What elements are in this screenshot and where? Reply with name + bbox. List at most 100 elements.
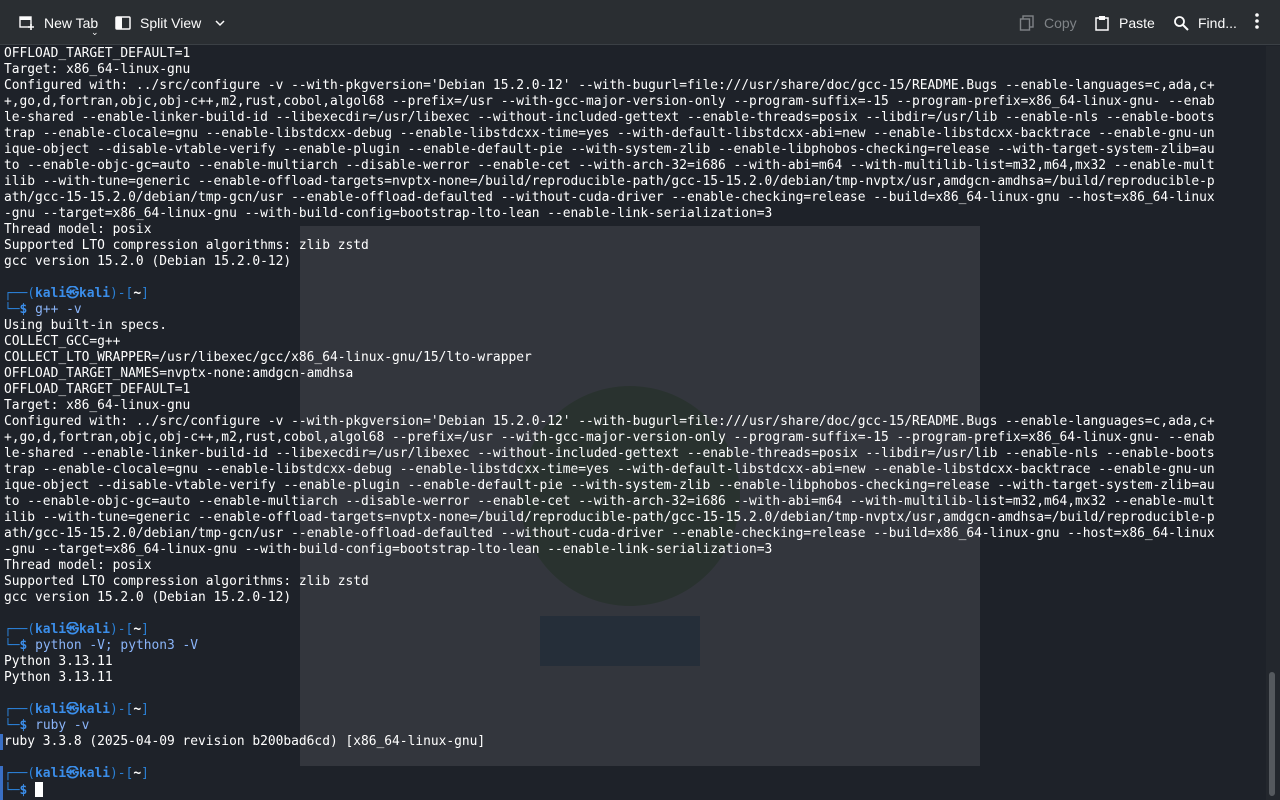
output-line: trap --enable-clocale=gnu --enable-libst… (4, 462, 1215, 477)
output-line: Python 3.13.11 (4, 654, 113, 669)
prompt-frame: └─ (4, 718, 20, 733)
output-line: OFFLOAD_TARGET_NAMES=nvptx-none:amdgcn-a… (4, 366, 354, 381)
prompt-dir: ~ (133, 766, 142, 781)
new-tab-button[interactable]: New Tab ⌄ (18, 0, 99, 45)
split-view-icon (114, 14, 132, 32)
output-line: Thread model: posix (4, 222, 152, 237)
find-label: Find... (1198, 14, 1237, 31)
prompt-dir: ~ (133, 286, 142, 301)
output-line: +,go,d,fortran,objc,obj-c++,m2,rust,cobo… (4, 94, 1215, 109)
prompt-user: kali (35, 702, 67, 717)
output-line: ique-object --disable-vtable-verify --en… (4, 142, 1215, 157)
chevron-down-icon[interactable]: ⌄ (91, 27, 99, 38)
output-line: +,go,d,fortran,objc,obj-c++,m2,rust,cobo… (4, 430, 1215, 445)
prompt-frame: )-[ (110, 766, 134, 781)
text-cursor (35, 782, 44, 797)
paste-label: Paste (1119, 14, 1155, 31)
command-line: └─$ ruby -v (4, 718, 1262, 734)
output-line: Thread model: posix (4, 558, 152, 573)
output-line: COLLECT_GCC=g++ (4, 334, 121, 349)
output-line: -gnu --target=x86_64-linux-gnu --with-bu… (4, 206, 773, 221)
prompt-user: kali (35, 622, 67, 637)
command-text: python -V; python3 -V (35, 638, 199, 653)
output-line: ath/gcc-15-15.2.0/debian/tmp-gcn/usr --e… (4, 526, 1215, 541)
prompt-separator: ㉿ (66, 702, 79, 717)
prompt-frame: )-[ (110, 622, 134, 637)
copy-button[interactable]: Copy (1018, 0, 1077, 45)
terminal-lines: OFFLOAD_TARGET_DEFAULT=1 Target: x86_64-l… (4, 46, 1262, 798)
prompt-frame: ┌──( (4, 622, 36, 637)
search-icon (1172, 14, 1190, 32)
prompt-line: ┌──(kali㉿kali)-[~] (4, 766, 1262, 782)
prompt-line: ┌──(kali㉿kali)-[~] (4, 286, 1262, 302)
paste-button[interactable]: Paste (1093, 0, 1155, 45)
output-line: Supported LTO compression algorithms: zl… (4, 574, 369, 589)
output-line: ique-object --disable-vtable-verify --en… (4, 478, 1215, 493)
command-text: g++ -v (35, 302, 82, 317)
scrollbar-thumb[interactable] (1269, 672, 1275, 796)
menu-button[interactable] (1248, 0, 1266, 45)
output-line: ilib --with-tune=generic --enable-offloa… (4, 510, 1215, 525)
prompt-frame: ┌──( (4, 286, 36, 301)
command-marker (0, 766, 3, 800)
terminal-scrollbar[interactable] (1266, 46, 1280, 800)
split-view-button[interactable]: Split View (114, 0, 227, 45)
paste-icon (1093, 14, 1111, 32)
prompt-frame: )-[ (110, 702, 134, 717)
prompt-line: ┌──(kali㉿kali)-[~] (4, 622, 1262, 638)
kebab-menu-icon (1254, 12, 1260, 33)
output-line: gcc version 15.2.0 (Debian 15.2.0-12) (4, 254, 292, 269)
output-line: ruby 3.3.8 (2025-04-09 revision b200bad6… (4, 734, 486, 749)
prompt-dollar: $ (19, 302, 36, 317)
prompt-frame: ] (141, 766, 149, 781)
prompt-user: kali (35, 766, 67, 781)
output-line: le-shared --enable-linker-build-id --lib… (4, 110, 1215, 125)
prompt-host: kali (78, 286, 111, 301)
output-line: Using built-in specs. (4, 318, 167, 333)
output-line: OFFLOAD_TARGET_DEFAULT=1 (4, 382, 191, 397)
prompt-frame: └─ (4, 302, 20, 317)
prompt-frame: )-[ (110, 286, 134, 301)
terminal-output[interactable]: OFFLOAD_TARGET_DEFAULT=1 Target: x86_64-l… (0, 46, 1266, 800)
output-line: Target: x86_64-linux-gnu (4, 398, 191, 413)
prompt-separator: ㉿ (66, 286, 79, 301)
prompt-host: kali (78, 702, 111, 717)
output-line: COLLECT_LTO_WRAPPER=/usr/libexec/gcc/x86… (4, 350, 532, 365)
command-text: ruby -v (35, 718, 90, 733)
output-line: le-shared --enable-linker-build-id --lib… (4, 446, 1215, 461)
output-line: OFFLOAD_TARGET_DEFAULT=1 (4, 46, 191, 61)
prompt-frame: └─ (4, 638, 20, 653)
prompt-frame: ┌──( (4, 766, 36, 781)
output-line: Target: x86_64-linux-gnu (4, 62, 191, 77)
prompt-separator: ㉿ (66, 766, 79, 781)
output-line: to --enable-objc-gc=auto --enable-multia… (4, 494, 1215, 509)
output-line: Configured with: ../src/configure -v --w… (4, 414, 1215, 429)
prompt-frame: ] (141, 286, 149, 301)
prompt-dollar: $ (19, 718, 36, 733)
prompt-separator: ㉿ (66, 622, 79, 637)
output-line: Configured with: ../src/configure -v --w… (4, 78, 1215, 93)
output-line: to --enable-objc-gc=auto --enable-multia… (4, 158, 1215, 173)
command-marker (0, 734, 3, 750)
find-button[interactable]: Find... (1172, 0, 1237, 45)
input-line[interactable]: └─$ (4, 782, 1262, 798)
prompt-line: ┌──(kali㉿kali)-[~] (4, 702, 1262, 718)
prompt-frame: └─ (4, 783, 20, 798)
prompt-user: kali (35, 286, 67, 301)
command-line: └─$ g++ -v (4, 302, 1262, 318)
output-line: -gnu --target=x86_64-linux-gnu --with-bu… (4, 542, 773, 557)
prompt-host: kali (78, 766, 111, 781)
output-line: Supported LTO compression algorithms: zl… (4, 238, 369, 253)
output-line: trap --enable-clocale=gnu --enable-libst… (4, 126, 1215, 141)
output-line: ilib --with-tune=generic --enable-offloa… (4, 174, 1215, 189)
output-line: Python 3.13.11 (4, 670, 113, 685)
split-view-label: Split View (140, 14, 202, 31)
prompt-frame: ┌──( (4, 702, 36, 717)
prompt-frame: ] (141, 622, 149, 637)
chevron-down-icon[interactable] (213, 16, 227, 30)
new-tab-icon (18, 14, 36, 32)
output-line: ath/gcc-15-15.2.0/debian/tmp-gcn/usr --e… (4, 190, 1215, 205)
